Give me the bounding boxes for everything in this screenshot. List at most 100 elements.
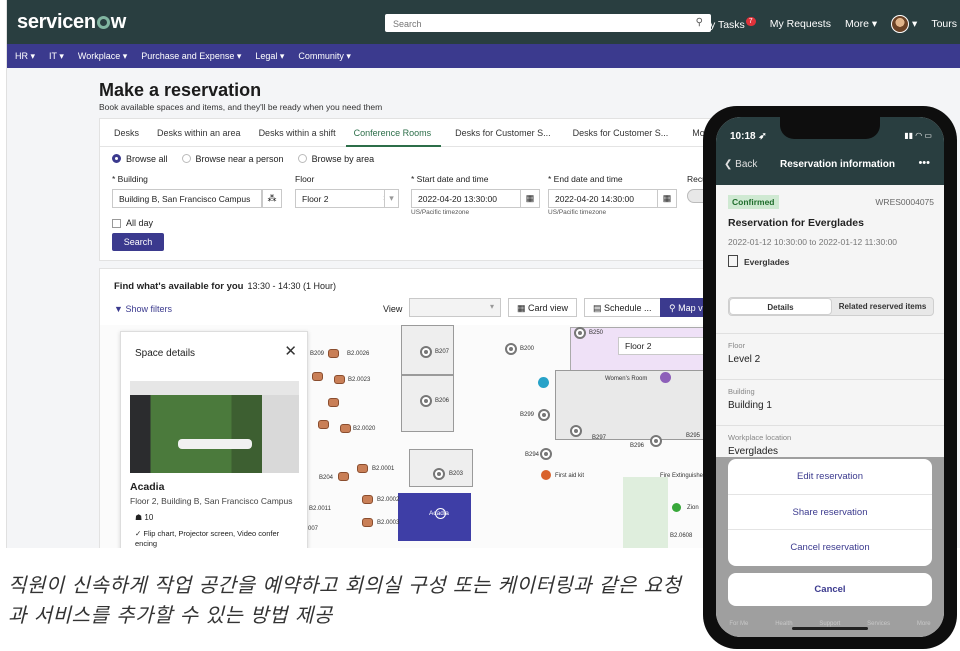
my-tasks-link[interactable]: My Tasks 7 [701, 17, 756, 31]
desk-marker[interactable] [328, 349, 339, 358]
end-datetime-field[interactable]: 2022-04-20 14:30:00 [548, 189, 659, 208]
tab-for-me[interactable]: For Me [729, 621, 748, 627]
search-button[interactable]: Search [112, 233, 164, 251]
map-label: B209 [310, 351, 325, 357]
room-pin[interactable] [574, 327, 586, 339]
more-options-icon[interactable]: ••• [918, 157, 930, 169]
desk-marker[interactable] [357, 464, 368, 473]
desk-marker[interactable] [362, 518, 373, 527]
edit-reservation-button[interactable]: Edit reservation [728, 459, 932, 495]
room-pin[interactable] [650, 435, 662, 447]
room-pin[interactable] [538, 409, 550, 421]
hierarchy-icon[interactable]: ⁂ [262, 189, 282, 208]
nav-it[interactable]: IT ▾ [49, 51, 64, 62]
map-label: B2.0020 [353, 426, 376, 432]
desk-marker[interactable] [334, 375, 345, 384]
card-view-button[interactable]: ▦ Card view [508, 298, 578, 317]
browse-near-person-radio[interactable]: Browse near a person [181, 154, 284, 164]
nav-community[interactable]: Community ▾ [298, 51, 351, 62]
room-pin[interactable] [540, 448, 552, 460]
map-label: B296 [630, 443, 645, 449]
room-photo-table [178, 439, 252, 449]
start-datetime-field[interactable]: 2022-04-20 13:30:00 [411, 189, 522, 208]
all-day-checkbox[interactable]: All day [112, 218, 153, 228]
close-icon[interactable]: ✕ [284, 342, 297, 360]
tab-more[interactable]: More [917, 621, 931, 627]
caption-text: 직원이 신속하게 작업 공간을 예약하고 회의실 구성 또는 케이터링과 같은 … [8, 573, 682, 627]
tours-link[interactable]: Tours [931, 18, 957, 30]
cancel-reservation-button[interactable]: Cancel reservation [728, 530, 932, 566]
start-timezone: US/Pacific timezone [411, 209, 470, 216]
space-name: Acadia [130, 481, 165, 493]
segment-related-items[interactable]: Related reserved items [832, 298, 933, 315]
back-button[interactable]: ❮ Back [724, 159, 757, 170]
room-photo-ceiling [130, 381, 299, 395]
map-label: B206 [435, 398, 450, 404]
room-acadia-selected[interactable] [398, 493, 471, 541]
room-pin[interactable] [420, 346, 432, 358]
map-label: B299 [520, 412, 535, 418]
tab-services[interactable]: Services [867, 621, 890, 627]
desk-marker[interactable] [338, 472, 349, 481]
tab-desks-area[interactable]: Desks within an area [149, 119, 251, 147]
radio-selected-icon [112, 154, 121, 163]
desk-marker[interactable] [312, 372, 323, 381]
nav-legal[interactable]: Legal ▾ [255, 51, 284, 62]
cancel-button[interactable]: Cancel [728, 573, 932, 606]
browse-by-area-radio[interactable]: Browse by area [297, 154, 374, 164]
zion-marker-icon[interactable] [672, 503, 681, 512]
availability-heading: Find what's available for you 13:30 - 14:… [114, 281, 337, 292]
browse-all-radio[interactable]: Browse all [112, 154, 168, 164]
map-label: B200 [520, 346, 535, 352]
schedule-button[interactable]: ▤ Schedule ... [584, 298, 661, 317]
global-search[interactable]: ⚲ [385, 14, 711, 33]
map-floor-select[interactable]: Floor 2 [618, 337, 706, 355]
calendar-icon[interactable]: ▦ [657, 189, 677, 208]
share-reservation-button[interactable]: Share reservation [728, 495, 932, 531]
detail-row-building: Building Building 1 [716, 379, 944, 425]
detail-label: Building [728, 387, 755, 396]
reservation-number: WRES0004075 [875, 197, 934, 207]
header-links: My Tasks 7 My Requests More ▾ ▾ Tours [701, 15, 957, 33]
tab-desks-customer-2[interactable]: Desks for Customer S... [561, 119, 679, 147]
nav-hr[interactable]: HR ▾ [15, 51, 35, 62]
calendar-icon[interactable]: ▦ [520, 189, 540, 208]
phone-tabbar: For Me Health Support Services More [716, 611, 944, 637]
tab-desks-customer-1[interactable]: Desks for Customer S... [441, 119, 561, 147]
view-label: View [383, 304, 403, 314]
view-select[interactable]: ▾ [409, 298, 501, 317]
tab-desks[interactable]: Desks [106, 119, 149, 147]
avatar [891, 15, 910, 33]
room-pin[interactable] [433, 468, 445, 480]
room-pin[interactable] [570, 425, 582, 437]
chevron-down-icon[interactable]: ▾ [384, 189, 399, 208]
space-capacity: ☗ 10 [135, 513, 154, 522]
room-pin[interactable] [420, 395, 432, 407]
map-label: Fire Extinguisher [660, 473, 706, 479]
servicenow-logo[interactable]: servicen w [17, 11, 126, 34]
map-label: B207 [435, 349, 450, 355]
segment-details[interactable]: Details [729, 298, 832, 315]
show-filters-link[interactable]: ▼ Show filters [114, 304, 172, 314]
building-field[interactable]: Building B, San Francisco Campus [112, 189, 262, 208]
elevator-icon [538, 377, 549, 388]
nav-purchase-expense[interactable]: Purchase and Expense ▾ [141, 51, 241, 62]
more-menu[interactable]: More ▾ [845, 18, 877, 30]
search-input[interactable] [385, 15, 675, 33]
people-icon: ☗ [135, 513, 143, 522]
desk-marker[interactable] [340, 424, 351, 433]
user-menu[interactable]: ▾ [891, 15, 917, 33]
my-requests-link[interactable]: My Requests [770, 18, 831, 30]
desk-marker[interactable] [362, 495, 373, 504]
nav-workplace[interactable]: Workplace ▾ [78, 51, 127, 62]
map-label: B295 [686, 433, 701, 439]
floor-select[interactable]: Floor 2× [295, 189, 395, 208]
desk-marker[interactable] [318, 420, 329, 429]
tab-conference-rooms[interactable]: Conference Rooms [345, 119, 442, 147]
detail-label: Workplace location [728, 433, 792, 442]
tab-health[interactable]: Health [775, 621, 792, 627]
phone-mockup: 10:18 ➶ ▮▮ ◠ ▭ ❮ Back Reservation inform… [703, 106, 957, 649]
desk-marker[interactable] [328, 398, 339, 407]
tab-desks-shift[interactable]: Desks within a shift [251, 119, 346, 147]
room-pin[interactable] [505, 343, 517, 355]
